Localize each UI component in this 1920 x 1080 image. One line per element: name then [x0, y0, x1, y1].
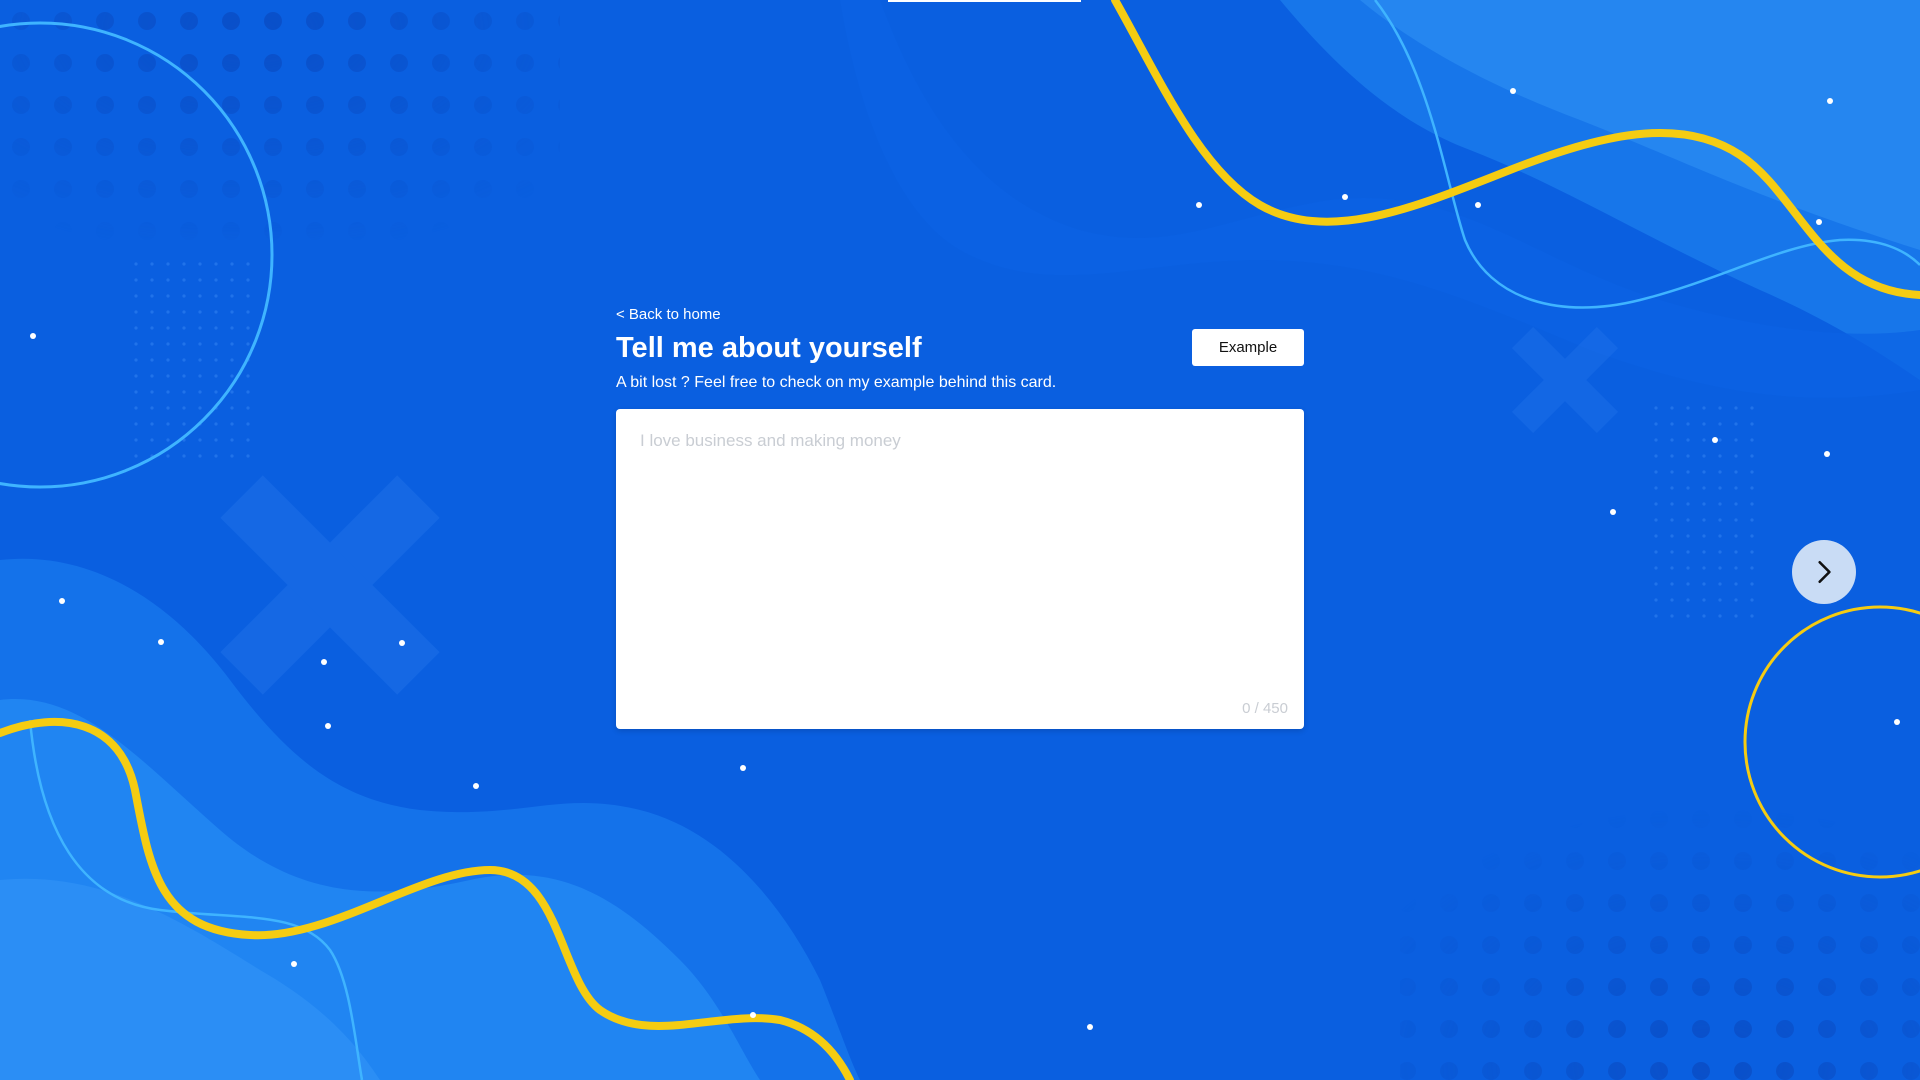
next-button[interactable] [1792, 540, 1856, 604]
form-card-area: < Back to home Tell me about yourself Ex… [616, 306, 1304, 729]
top-indicator-bar [888, 0, 1081, 2]
character-counter: 0 / 450 [1242, 700, 1288, 717]
answer-textarea[interactable] [616, 409, 1304, 729]
answer-card: 0 / 450 [616, 409, 1304, 729]
back-to-home-link[interactable]: < Back to home [616, 306, 721, 323]
chevron-right-icon [1818, 560, 1831, 584]
header-row: Tell me about yourself Example [616, 329, 1304, 367]
page-subtitle: A bit lost ? Feel free to check on my ex… [616, 374, 1057, 391]
example-button[interactable]: Example [1192, 329, 1304, 366]
